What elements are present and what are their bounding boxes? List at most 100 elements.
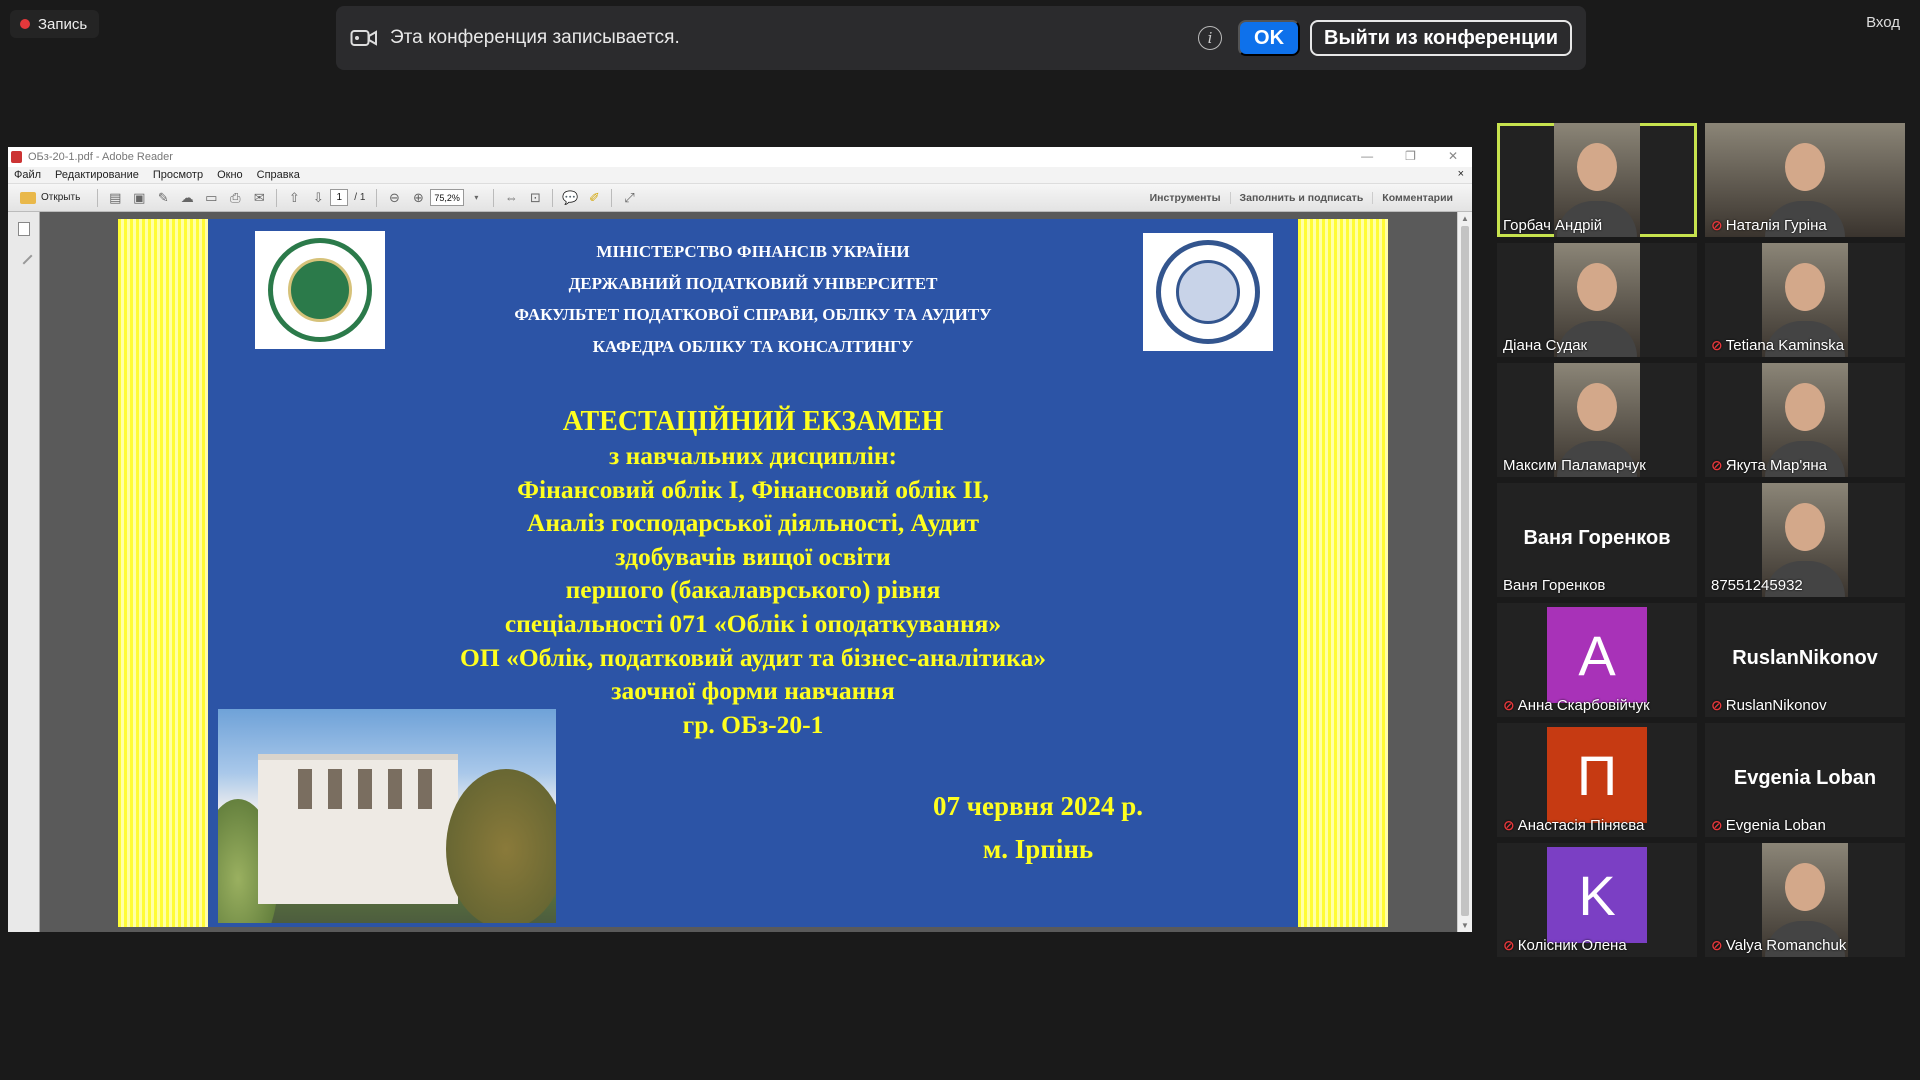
close-document-icon[interactable]: × (1458, 168, 1464, 180)
participant-tile[interactable]: ⊘ Якута Мар'яна (1705, 363, 1905, 477)
participant-tile[interactable]: ⊘ Tetiana Kaminska (1705, 243, 1905, 357)
scroll-down-icon[interactable]: ▼ (1461, 921, 1469, 930)
reader-toolbar: Открыть ▤ ▣ ✎ ☁ ▭ ⎙ ✉ ⇧ ⇩ 1 / 1 ⊖ ⊕ 75,2… (8, 184, 1472, 212)
page-total: / 1 (354, 192, 366, 203)
create-pdf-icon[interactable]: ▤ (107, 190, 123, 206)
signature-panel-icon[interactable] (15, 247, 32, 265)
pages-panel-icon[interactable] (17, 222, 30, 236)
participant-tile[interactable]: Evgenia Loban ⊘ Evgenia Loban (1705, 723, 1905, 837)
participant-tile[interactable]: RuslanNikonov ⊘ RuslanNikonov (1705, 603, 1905, 717)
participant-tile[interactable]: П ⊘ Анастасія Пiняєва (1497, 723, 1697, 837)
menu-item-4[interactable]: Справка (257, 169, 300, 181)
reader-title-bar: OБз-20-1.pdf - Adobe Reader — ❐ ✕ (8, 147, 1472, 167)
video-camera-icon (350, 30, 377, 46)
participant-name-label: ⊘ Tetiana Kaminska (1711, 337, 1844, 354)
participant-tile[interactable]: Горбач Андрій (1497, 123, 1697, 237)
print-icon[interactable]: ⎙ (227, 190, 243, 206)
slide-date: 07 червня 2024 р. (933, 791, 1143, 821)
participant-tile[interactable]: A ⊘ Анна Скарбовійчук (1497, 603, 1697, 717)
right-decor-stripe (1298, 219, 1388, 927)
scroll-up-icon[interactable]: ▲ (1461, 214, 1469, 223)
menu-item-2[interactable]: Просмотр (153, 169, 203, 181)
task-link-2[interactable]: Комментарии (1372, 192, 1462, 204)
participant-tile[interactable]: ⊘ Valya Romanchuk (1705, 843, 1905, 957)
exam-title-block: АТЕСТАЦІЙНИЙ ЕКЗАМЕН з навчальних дисцип… (318, 405, 1188, 741)
save-icon[interactable]: ▭ (203, 190, 219, 206)
read-mode-icon[interactable]: ⤢ (621, 190, 637, 206)
restore-icon[interactable]: ❐ (1405, 149, 1416, 163)
participant-name-label: ⊘ Valya Romanchuk (1711, 937, 1846, 954)
exam-line: заочної форми навчання (611, 676, 895, 706)
task-link-0[interactable]: Инструменты (1141, 192, 1230, 204)
participant-tile[interactable]: Діана Судак (1497, 243, 1697, 357)
participant-name-label: ⊘ Колісник Олена (1503, 937, 1627, 954)
mic-muted-icon: ⊘ (1711, 337, 1723, 353)
mic-muted-icon: ⊘ (1503, 817, 1515, 833)
edit-icon[interactable]: ✎ (155, 190, 171, 206)
header-line: ДЕРЖАВНИЙ ПОДАТКОВИЙ УНІВЕРСИТЕТ (568, 273, 938, 293)
task-link-1[interactable]: Заполнить и подписать (1229, 192, 1373, 204)
exam-line: Фінансовий облік І, Фінансовий облік ІІ, (517, 474, 989, 504)
adobe-reader-window: OБз-20-1.pdf - Adobe Reader — ❐ ✕ Файл Ре… (8, 147, 1472, 932)
participant-name: Горбач Андрій (1503, 217, 1603, 234)
export-pdf-icon[interactable]: ▣ (131, 190, 147, 206)
menu-item-3[interactable]: Окно (217, 169, 243, 181)
recording-indicator[interactable]: Запись (10, 10, 100, 38)
open-button[interactable]: Открыть (14, 188, 86, 208)
zoom-out-icon[interactable]: ⊖ (386, 190, 402, 206)
participant-display-name: Evgenia Loban (1733, 767, 1877, 789)
participant-display-name: RuslanNikonov (1732, 647, 1878, 669)
participant-tile[interactable]: K ⊘ Колісник Олена (1497, 843, 1697, 957)
faculty-emblem-right (1143, 233, 1273, 351)
next-page-icon[interactable]: ⇩ (310, 190, 326, 206)
mic-muted-icon: ⊘ (1711, 697, 1723, 713)
participant-tile[interactable]: 87551245932 (1705, 483, 1905, 597)
page-number-input[interactable]: 1 (330, 189, 349, 206)
mic-muted-icon: ⊘ (1711, 937, 1723, 953)
comment-icon[interactable]: 💬 (562, 190, 578, 206)
institution-header: МІНІСТЕРСТВО ФІНАНСІВ УКРАЇНИ ДЕРЖАВНИЙ П… (418, 236, 1088, 362)
participant-name-label: ⊘ RuslanNikonov (1711, 697, 1827, 714)
prev-page-icon[interactable]: ⇧ (286, 190, 302, 206)
exam-line: спеціальності 071 «Облік і оподаткування… (504, 608, 1002, 638)
participant-tile[interactable]: ⊘ Наталія Гуріна (1705, 123, 1905, 237)
participant-name: RuslanNikonov (1725, 697, 1827, 714)
participant-avatar: K (1547, 847, 1647, 943)
recording-banner: Эта конференция записывается. i OK Выйти… (336, 6, 1586, 70)
fit-width-icon[interactable]: ⊡ (527, 190, 543, 206)
participant-name-label: ⊘ Наталія Гуріна (1711, 217, 1827, 234)
email-icon[interactable]: ✉ (251, 190, 267, 206)
reader-navigation-pane (8, 212, 40, 932)
participant-name: Анастасія Пiняєва (1517, 817, 1645, 834)
recording-label: Запись (38, 15, 88, 33)
participant-tile[interactable]: Ваня Горенков Ваня Горенков (1497, 483, 1697, 597)
exam-line: Аналіз господарської діяльності, Аудит (526, 508, 980, 538)
menu-item-0[interactable]: Файл (14, 169, 41, 181)
leave-conference-button[interactable]: Выйти из конференции (1310, 20, 1572, 56)
fit-page-icon[interactable]: ⇔ (503, 190, 519, 206)
ok-button[interactable]: OK (1238, 20, 1301, 56)
participant-tile[interactable]: Максим Паламарчук (1497, 363, 1697, 477)
header-line: КАФЕДРА ОБЛІКУ ТА КОНСАЛТИНГУ (592, 336, 914, 356)
zoom-dropdown-icon[interactable]: ▾ (468, 190, 484, 206)
left-decor-stripe (118, 219, 208, 927)
slide-city: м. Ірпінь (982, 834, 1094, 864)
close-icon[interactable]: ✕ (1448, 149, 1458, 163)
banner-message: Эта конференция записывается. (390, 27, 680, 48)
vertical-scrollbar[interactable]: ▲ ▼ (1457, 212, 1472, 932)
minimize-icon[interactable]: — (1361, 149, 1373, 163)
participant-name-label: ⊘ Evgenia Loban (1711, 817, 1826, 834)
scroll-thumb[interactable] (1461, 226, 1469, 916)
exam-line: здобувачів вищої освіти (615, 541, 891, 571)
login-link[interactable]: Вход (1866, 14, 1900, 31)
participant-name-label: Діана Судак (1503, 337, 1587, 354)
mic-muted-icon: ⊘ (1503, 697, 1515, 713)
exam-line: першого (бакалаврського) рівня (565, 575, 941, 605)
highlight-icon[interactable]: ✐ (586, 190, 602, 206)
participant-name: Ваня Горенков (1503, 577, 1606, 594)
info-icon[interactable]: i (1198, 26, 1223, 50)
menu-item-1[interactable]: Редактирование (55, 169, 139, 181)
zoom-in-icon[interactable]: ⊕ (410, 190, 426, 206)
zoom-level-input[interactable]: 75,2% (430, 189, 465, 206)
cloud-icon[interactable]: ☁ (179, 190, 195, 206)
